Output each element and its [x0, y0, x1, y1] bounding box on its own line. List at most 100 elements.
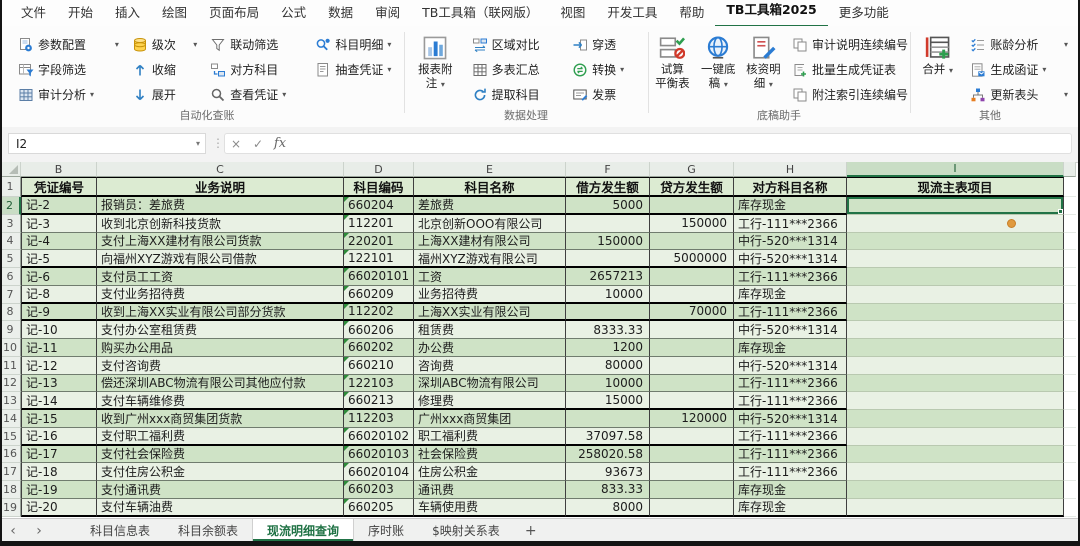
cell-D12[interactable]: 122103: [344, 375, 414, 393]
cell-F15[interactable]: 37097.58: [566, 428, 650, 446]
cell-F13[interactable]: 15000: [566, 392, 650, 410]
cell-G16[interactable]: [650, 446, 734, 464]
cell-F16[interactable]: 258020.58: [566, 446, 650, 464]
cell-B9[interactable]: 记-10: [21, 321, 97, 339]
cell-B13[interactable]: 记-14: [21, 392, 97, 410]
cell-B10[interactable]: 记-11: [21, 339, 97, 357]
cell-G3[interactable]: 150000: [650, 215, 734, 233]
ribbon-button-抽查凭证[interactable]: 抽查凭证▾: [313, 57, 404, 82]
cell-I18[interactable]: [847, 481, 1064, 499]
cell-E17[interactable]: 住房公积金: [414, 463, 566, 481]
col-header-C[interactable]: C: [97, 162, 344, 177]
cell-G14[interactable]: 120000: [650, 410, 734, 428]
cell-E14[interactable]: 广州xxx商贸集团: [414, 410, 566, 428]
cell-B2[interactable]: 记-2: [21, 197, 97, 215]
cell-B5[interactable]: 记-5: [21, 250, 97, 268]
cell-B11[interactable]: 记-12: [21, 357, 97, 375]
menu-tab-8[interactable]: 审阅: [364, 0, 411, 26]
fx-icon[interactable]: fx: [269, 136, 291, 151]
cell-I9[interactable]: [847, 321, 1064, 339]
cell-D6[interactable]: 66020101: [344, 268, 414, 286]
ribbon-button-更新表头[interactable]: 更新表头▾: [968, 82, 1070, 107]
cell-C4[interactable]: 支付上海XX建材有限公司货款: [97, 233, 344, 251]
ribbon-button-报表附注[interactable]: 报表附注 ▾: [410, 32, 461, 91]
cell-F7[interactable]: 10000: [566, 286, 650, 304]
ribbon-button-字段筛选[interactable]: 字段筛选: [16, 57, 121, 82]
cell-G6[interactable]: [650, 268, 734, 286]
cell-I4[interactable]: [847, 233, 1064, 251]
cell-D3[interactable]: 112201: [344, 215, 414, 233]
cell-C11[interactable]: 支付咨询费: [97, 357, 344, 375]
column-title-D[interactable]: 科目编码: [344, 177, 414, 197]
cell-E4[interactable]: 上海XX建材有限公司: [414, 233, 566, 251]
cell-F6[interactable]: 2657213: [566, 268, 650, 286]
cell-B6[interactable]: 记-6: [21, 268, 97, 286]
cell-I16[interactable]: [847, 446, 1064, 464]
cell-F8[interactable]: [566, 304, 650, 322]
cell-G12[interactable]: [650, 375, 734, 393]
row-header-13[interactable]: 13: [0, 392, 21, 410]
cell-C13[interactable]: 支付车辆维修费: [97, 392, 344, 410]
ribbon-button-一键底稿[interactable]: 一键底稿 ▾: [700, 32, 737, 91]
cell-H13[interactable]: 工行-111***2366: [734, 392, 847, 410]
cell-C10[interactable]: 购买办公用品: [97, 339, 344, 357]
cell-I14[interactable]: [847, 410, 1064, 428]
cell-D9[interactable]: 660206: [344, 321, 414, 339]
menu-tab-13[interactable]: TB工具箱2025: [715, 0, 827, 28]
cell-F14[interactable]: [566, 410, 650, 428]
cell-D18[interactable]: 660203: [344, 481, 414, 499]
cell-G18[interactable]: [650, 481, 734, 499]
sheet-tab-$映射关系表[interactable]: $映射关系表: [418, 519, 514, 542]
sheet-tab-现流明细查询[interactable]: 现流明细查询: [252, 519, 354, 542]
column-title-H[interactable]: 对方科目名称: [734, 177, 847, 197]
cell-B15[interactable]: 记-16: [21, 428, 97, 446]
cell-E13[interactable]: 修理费: [414, 392, 566, 410]
ribbon-button-转换[interactable]: 转换▾: [570, 57, 648, 82]
column-title-B[interactable]: 凭证编号: [21, 177, 97, 197]
cell-C19[interactable]: 支付车辆油费: [97, 499, 344, 517]
cell-H16[interactable]: 工行-111***2366: [734, 446, 847, 464]
menu-tab-11[interactable]: 开发工具: [596, 0, 668, 26]
sheet-nav-prev-icon[interactable]: ‹: [0, 519, 26, 542]
cell-E3[interactable]: 北京创新OOO有限公司: [414, 215, 566, 233]
cell-E5[interactable]: 福州XYZ游戏有限公司: [414, 250, 566, 268]
cell-F9[interactable]: 8333.33: [566, 321, 650, 339]
ribbon-button-生成函证[interactable]: 生成函证▾: [968, 57, 1070, 82]
ribbon-button-合并[interactable]: 合并 ▾: [916, 32, 959, 76]
col-header-H[interactable]: H: [734, 162, 847, 177]
cell-E8[interactable]: 上海XX实业有限公司: [414, 304, 566, 322]
cell-D15[interactable]: 66020102: [344, 428, 414, 446]
menu-tab-1[interactable]: 文件: [10, 0, 57, 26]
ribbon-button-对方科目[interactable]: 对方科目: [208, 57, 304, 82]
column-title-G[interactable]: 贷方发生额: [650, 177, 734, 197]
column-title-C[interactable]: 业务说明: [97, 177, 344, 197]
cell-D10[interactable]: 660202: [344, 339, 414, 357]
cell-H19[interactable]: 库存现金: [734, 499, 847, 517]
ribbon-button-展开[interactable]: 展开: [130, 82, 199, 107]
row-header-4[interactable]: 4: [0, 233, 21, 251]
select-all-corner[interactable]: [0, 162, 21, 177]
cell-H17[interactable]: 工行-111***2366: [734, 463, 847, 481]
cell-E18[interactable]: 通讯费: [414, 481, 566, 499]
menu-tab-12[interactable]: 帮助: [668, 0, 715, 26]
cell-C15[interactable]: 支付职工福利费: [97, 428, 344, 446]
ribbon-button-审计说明连续编号[interactable]: 审计说明连续编号: [790, 32, 910, 57]
row-header-12[interactable]: 12: [0, 375, 21, 393]
cell-C6[interactable]: 支付员工工资: [97, 268, 344, 286]
cell-E2[interactable]: 差旅费: [414, 197, 566, 215]
cell-D4[interactable]: 220201: [344, 233, 414, 251]
cell-I10[interactable]: [847, 339, 1064, 357]
menu-tab-9[interactable]: TB工具箱（联网版）: [411, 0, 549, 26]
menu-tab-14[interactable]: 更多功能: [828, 0, 900, 26]
row-header-10[interactable]: 10: [0, 339, 21, 357]
cell-I7[interactable]: [847, 286, 1064, 304]
cell-F10[interactable]: 1200: [566, 339, 650, 357]
cell-G7[interactable]: [650, 286, 734, 304]
row-header-6[interactable]: 6: [0, 268, 21, 286]
cell-C3[interactable]: 收到北京创新科技货款: [97, 215, 344, 233]
cell-G10[interactable]: [650, 339, 734, 357]
cell-I2[interactable]: ▾: [847, 197, 1064, 215]
ribbon-button-收缩[interactable]: 收缩: [130, 57, 199, 82]
ribbon-button-账龄分析[interactable]: 账龄分析▾: [968, 32, 1070, 57]
cell-E10[interactable]: 办公费: [414, 339, 566, 357]
